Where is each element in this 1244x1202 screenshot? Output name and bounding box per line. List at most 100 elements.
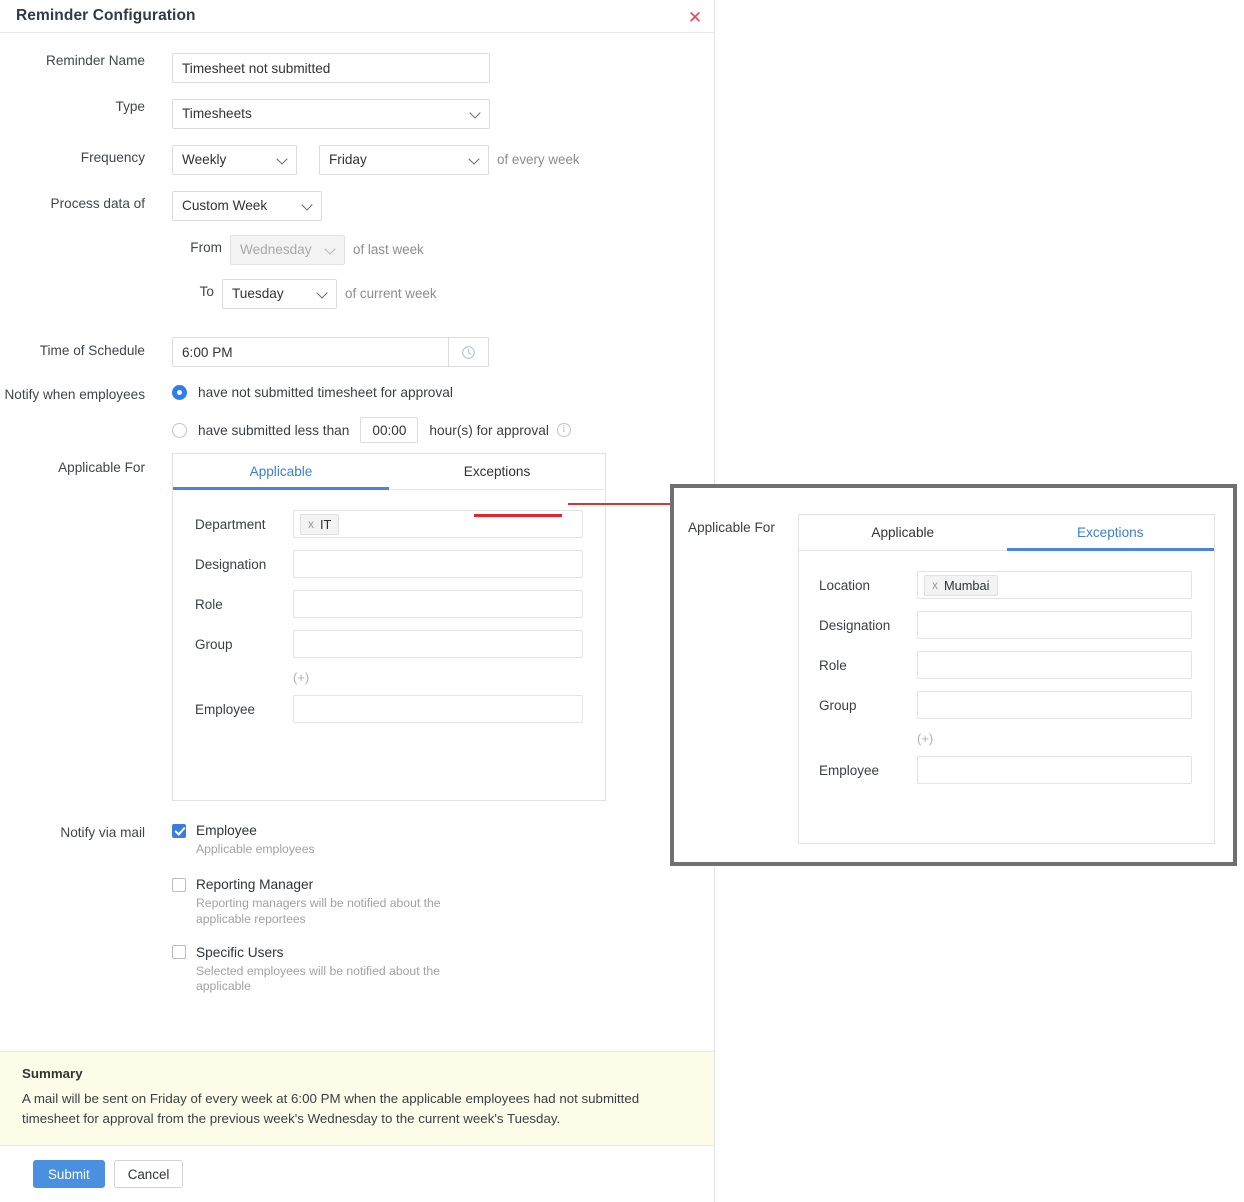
employee-label: Employee xyxy=(195,701,256,717)
applicable-for-tabs: Applicable Exceptions xyxy=(173,454,605,490)
process-data-of-value: Custom Week xyxy=(182,198,268,213)
field-applicable-for: Applicable For Applicable Exceptions Dep… xyxy=(0,453,714,801)
callout-tab-exceptions-label: Exceptions xyxy=(1077,525,1144,540)
frequency-suffix: of every week xyxy=(497,152,580,167)
field-process-data-of: Process data of Custom Week xyxy=(0,191,714,221)
chip-label: Mumbai xyxy=(944,577,990,593)
callout-panel: Applicable Exceptions Location x Mumbai xyxy=(798,514,1215,844)
callout-tab-exceptions[interactable]: Exceptions xyxy=(1006,515,1215,551)
hours-input[interactable] xyxy=(360,417,419,443)
dialog-footer: Submit Cancel xyxy=(0,1146,714,1202)
process-data-of-label: Process data of xyxy=(50,196,145,211)
info-icon[interactable]: i xyxy=(556,423,571,437)
field-employee: Employee xyxy=(195,695,583,723)
radio-option-not-submitted[interactable]: have not submitted timesheet for approva… xyxy=(172,385,571,400)
add-criteria-button[interactable]: (+) xyxy=(195,670,583,685)
chip-department[interactable]: x IT xyxy=(300,513,340,535)
checkbox-reporting-manager-help: Reporting managers will be notified abou… xyxy=(196,896,441,926)
frequency-select-value: Weekly xyxy=(182,152,227,167)
type-select-value: Timesheets xyxy=(182,106,252,121)
field-role: Role xyxy=(195,590,583,618)
checkbox-reporting-manager[interactable] xyxy=(172,877,186,892)
field-from: From Wednesday of last week xyxy=(0,235,714,265)
frequency-label: Frequency xyxy=(80,150,145,165)
time-of-schedule-input[interactable] xyxy=(172,337,449,367)
tab-exceptions[interactable]: Exceptions xyxy=(389,454,605,489)
callout-designation-label: Designation xyxy=(819,617,891,633)
callout-panel-body: Location x Mumbai Designation Role Group… xyxy=(799,551,1214,808)
field-notify-via-mail: Notify via mail Employee Applicable empl… xyxy=(0,823,714,994)
frequency-select[interactable]: Weekly xyxy=(172,145,297,175)
chevron-down-icon xyxy=(471,112,480,121)
checkbox-employee[interactable] xyxy=(172,823,186,838)
summary-text: A mail will be sent on Friday of every w… xyxy=(22,1091,640,1127)
exceptions-callout: Applicable For Applicable Exceptions Loc… xyxy=(670,484,1237,866)
annotation-connector-line xyxy=(568,503,672,505)
callout-group-label: Group xyxy=(819,697,857,713)
hours-suffix-label: hour(s) for approval xyxy=(429,422,549,438)
callout-group-input[interactable] xyxy=(917,691,1192,719)
checkbox-specific-users[interactable] xyxy=(172,945,186,960)
chip-label: IT xyxy=(320,516,332,532)
annotation-underline-exceptions xyxy=(474,514,562,517)
callout-location-input[interactable]: x Mumbai xyxy=(917,571,1192,599)
radio-not-submitted-label: have not submitted timesheet for approva… xyxy=(198,385,453,400)
field-type: Type Timesheets xyxy=(0,99,714,129)
chip-remove-icon[interactable]: x xyxy=(308,517,314,531)
chevron-down-icon xyxy=(318,292,327,301)
type-select[interactable]: Timesheets xyxy=(172,99,490,129)
reminder-name-input[interactable] xyxy=(172,53,490,83)
checkbox-specific-users-label: Specific Users xyxy=(196,944,284,960)
callout-tab-applicable[interactable]: Applicable xyxy=(799,515,1007,550)
callout-tab-applicable-label: Applicable xyxy=(871,525,935,540)
radio-less-than-label: have submitted less than xyxy=(198,422,350,438)
callout-role-label: Role xyxy=(819,657,847,673)
employee-input[interactable] xyxy=(293,695,583,723)
checkbox-employee-help: Applicable employees xyxy=(196,842,315,856)
role-input[interactable] xyxy=(293,590,583,618)
group-label: Group xyxy=(195,636,233,652)
from-day-select[interactable]: Wednesday xyxy=(230,235,345,265)
dialog-header: Reminder Configuration ✕ xyxy=(0,0,714,33)
callout-designation-input[interactable] xyxy=(917,611,1192,639)
chevron-down-icon xyxy=(326,248,335,257)
frequency-day-select[interactable]: Friday xyxy=(319,145,489,175)
notify-when-label: Notify when employees xyxy=(4,387,145,402)
from-day-value: Wednesday xyxy=(240,242,312,257)
callout-role-input[interactable] xyxy=(917,651,1192,679)
field-group: Group xyxy=(195,630,583,658)
radio-not-submitted[interactable] xyxy=(172,385,187,400)
radio-option-less-than[interactable]: have submitted less than hour(s) for app… xyxy=(172,417,571,443)
applicable-for-panel: Applicable Exceptions Department x IT De… xyxy=(172,453,606,801)
chevron-down-icon xyxy=(470,158,479,167)
clock-icon[interactable] xyxy=(449,337,489,367)
callout-location-label: Location xyxy=(819,577,871,593)
screenshot-root: Reminder Configuration ✕ Reminder Name T… xyxy=(0,0,1244,1202)
from-label: From xyxy=(190,240,222,255)
checkbox-row-specific-users[interactable]: Specific Users xyxy=(172,945,496,960)
radio-less-than[interactable] xyxy=(172,422,187,438)
from-suffix: of last week xyxy=(353,242,424,257)
group-input[interactable] xyxy=(293,630,583,658)
submit-button[interactable]: Submit xyxy=(33,1160,105,1188)
cancel-button[interactable]: Cancel xyxy=(113,1160,184,1188)
callout-chip-location[interactable]: x Mumbai xyxy=(924,574,998,596)
applicable-for-label: Applicable For xyxy=(58,460,145,475)
applicable-panel-body: Department x IT Designation Role Group (… xyxy=(173,490,605,747)
checkbox-row-reporting-manager[interactable]: Reporting Manager xyxy=(172,877,496,892)
designation-input[interactable] xyxy=(293,550,583,578)
department-label: Department xyxy=(195,516,266,532)
to-day-select[interactable]: Tuesday xyxy=(222,279,337,309)
close-icon[interactable]: ✕ xyxy=(685,7,705,27)
process-data-of-select[interactable]: Custom Week xyxy=(172,191,322,221)
callout-employee-input[interactable] xyxy=(917,756,1192,784)
callout-field-group: Group xyxy=(819,691,1192,719)
checkbox-row-employee[interactable]: Employee xyxy=(172,823,496,838)
dialog-body: Reminder Name Type Timesheets Frequency xyxy=(0,33,714,1048)
tab-applicable[interactable]: Applicable xyxy=(173,454,389,490)
callout-add-criteria-button[interactable]: (+) xyxy=(819,731,1192,746)
field-to: To Tuesday of current week xyxy=(0,279,714,309)
checkbox-employee-label: Employee xyxy=(196,823,257,838)
chip-remove-icon[interactable]: x xyxy=(932,578,938,592)
checkbox-reporting-manager-label: Reporting Manager xyxy=(196,877,314,893)
